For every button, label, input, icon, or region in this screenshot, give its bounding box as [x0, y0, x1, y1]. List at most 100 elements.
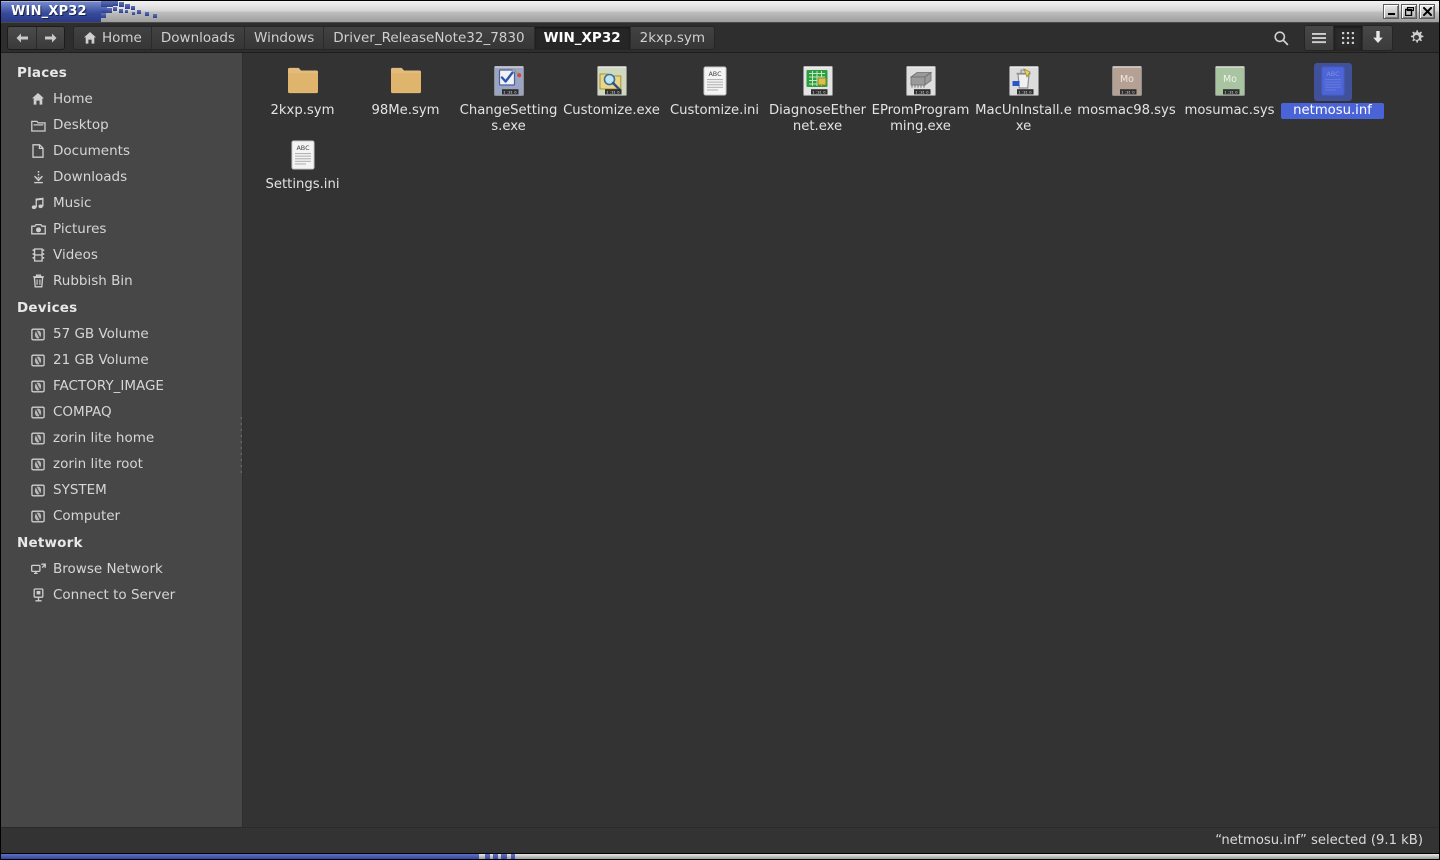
breadcrumb-label: Windows: [254, 29, 315, 46]
breadcrumb-item-win-xp32[interactable]: WIN_XP32: [534, 26, 631, 49]
file-name-label: ChangeSettings.exe: [459, 103, 558, 134]
download-icon: [30, 169, 46, 185]
sidebar-item-label: COMPAQ: [53, 404, 112, 420]
sidebar-item-zorin-lite-home[interactable]: zorin lite home: [1, 425, 242, 451]
breadcrumb-label: 2kxp.sym: [639, 29, 706, 46]
sidebar-item-music[interactable]: Music: [1, 190, 242, 216]
sidebar-item-label: zorin lite home: [53, 430, 155, 446]
svg-text::31: :31: [1228, 90, 1234, 94]
sidebar-item-label: Rubbish Bin: [53, 273, 133, 289]
drive-icon: [30, 456, 46, 472]
file-item[interactable]: 1:31 0 Customize.exe: [560, 61, 663, 135]
forward-button[interactable]: [36, 26, 64, 49]
view-mode-group: [1304, 24, 1393, 51]
file-list-pane[interactable]: 2kxp.sym 98Me.sym 1:31 0 ChangeSettings.exe 1…: [243, 53, 1439, 827]
file-name-label: mosumac.sys: [1184, 103, 1275, 118]
grid-view-icon[interactable]: [1334, 25, 1363, 50]
download-icon[interactable]: [1363, 25, 1392, 50]
file-name-label: MacUnInstall.exe: [975, 103, 1072, 134]
sidebar-item-label: Downloads: [53, 169, 128, 185]
sidebar-item-21-gb-volume[interactable]: 21 GB Volume: [1, 347, 242, 373]
file-item[interactable]: 1:31 0 ChangeSettings.exe: [457, 61, 560, 135]
gear-icon[interactable]: [1403, 26, 1429, 50]
sidebar: Places Home Desktop Documents Downloads Music…: [1, 53, 243, 827]
maximize-button[interactable]: [1401, 4, 1417, 19]
sidebar-item-pictures[interactable]: Pictures: [1, 216, 242, 242]
music-icon: [30, 195, 46, 211]
sidebar-item-browse-network[interactable]: Browse Network: [1, 556, 242, 582]
sidebar-item-factory-image[interactable]: FACTORY_IMAGE: [1, 373, 242, 399]
file-item[interactable]: 98Me.sym: [354, 61, 457, 135]
sidebar-item-system[interactable]: SYSTEM: [1, 477, 242, 503]
breadcrumb-item-downloads[interactable]: Downloads: [151, 26, 246, 49]
sidebar-item-home[interactable]: Home: [1, 86, 242, 112]
toolbar: Home Downloads Windows Driver_ReleaseNote32…: [1, 23, 1439, 53]
sidebar-item-label: Videos: [53, 247, 98, 263]
title-pixel-decoration: [100, 1, 211, 22]
sidebar-item-desktop[interactable]: Desktop: [1, 112, 242, 138]
close-button[interactable]: [1419, 4, 1435, 19]
file-item[interactable]: 1:31 0 EPromProgramming.exe: [869, 61, 972, 135]
drive-icon: [30, 404, 46, 420]
sidebar-item-documents[interactable]: Documents: [1, 138, 242, 164]
exe-folder-search-icon: 1:31 0: [595, 65, 629, 99]
window-body: Places Home Desktop Documents Downloads Music…: [1, 53, 1439, 827]
svg-text::31: :31: [1125, 90, 1131, 94]
svg-text:Mo: Mo: [1222, 74, 1236, 85]
file-item[interactable]: 1:31 0 DiagnoseEthernet.exe: [766, 61, 869, 135]
drive-icon: [30, 326, 46, 342]
exe-circuit-icon: 1:31 0: [801, 65, 835, 99]
svg-text:1: 1: [1224, 90, 1226, 94]
file-item[interactable]: ABC Customize.ini: [663, 61, 766, 135]
sidebar-item-rubbish-bin[interactable]: Rubbish Bin: [1, 268, 242, 294]
file-name-label: Settings.ini: [265, 177, 340, 192]
sidebar-section-network: Network: [17, 535, 83, 551]
exe-checkbox-icon: 1:31 0: [492, 65, 526, 99]
drive-icon: [30, 378, 46, 394]
sidebar-item-label: Computer: [53, 508, 121, 524]
file-item[interactable]: ABC Settings.ini: [251, 135, 354, 193]
file-item[interactable]: 1:31 0 MacUnInstall.exe: [972, 61, 1075, 135]
text-document-icon: ABC: [286, 139, 320, 173]
svg-text:1: 1: [1121, 90, 1123, 94]
folder-icon: [286, 65, 320, 99]
window-title-tab: WIN_XP32: [1, 1, 101, 22]
breadcrumb-item-windows[interactable]: Windows: [245, 26, 325, 49]
sidebar-item-label: Home: [53, 91, 93, 107]
window-title: WIN_XP32: [11, 4, 87, 19]
camera-icon: [30, 221, 46, 237]
sidebar-item-connect-to-server[interactable]: Connect to Server: [1, 582, 242, 608]
file-item[interactable]: ABC netmosu.inf: [1281, 61, 1384, 135]
sidebar-item-compaq[interactable]: COMPAQ: [1, 399, 242, 425]
drive-icon: [30, 482, 46, 498]
svg-text:ABC: ABC: [296, 144, 310, 152]
file-item[interactable]: 2kxp.sym: [251, 61, 354, 135]
drive-icon: [30, 508, 46, 524]
sidebar-item-computer[interactable]: Computer: [1, 503, 242, 529]
sidebar-item-zorin-lite-root[interactable]: zorin lite root: [1, 451, 242, 477]
breadcrumb-item-2kxp-sym[interactable]: 2kxp.sym: [630, 26, 715, 49]
file-name-label: EPromProgramming.exe: [871, 103, 970, 134]
file-grid: 2kxp.sym 98Me.sym 1:31 0 ChangeSettings.exe 1…: [243, 53, 1439, 193]
server-icon: [30, 587, 46, 603]
breadcrumb-item-driver-releasenote32-7830[interactable]: Driver_ReleaseNote32_7830: [324, 26, 535, 49]
sidebar-item-label: Pictures: [53, 221, 107, 237]
sidebar-section-devices: Devices: [17, 300, 78, 316]
back-button[interactable]: [8, 26, 36, 49]
sidebar-item-57-gb-volume[interactable]: 57 GB Volume: [1, 321, 242, 347]
minimize-button[interactable]: [1383, 4, 1399, 19]
drive-icon: [30, 430, 46, 446]
search-icon[interactable]: [1268, 26, 1294, 50]
sidebar-item-downloads[interactable]: Downloads: [1, 164, 242, 190]
file-item[interactable]: Mo 1:31 0 mosumac.sys: [1178, 61, 1281, 135]
sys-tan-icon: Mo 1:31 0: [1110, 65, 1144, 99]
sidebar-item-label: zorin lite root: [53, 456, 143, 472]
file-name-label: mosmac98.sys: [1077, 103, 1176, 118]
folder-icon: [389, 65, 423, 99]
list-view-icon[interactable]: [1305, 25, 1334, 50]
drive-icon: [30, 352, 46, 368]
folder-icon: [30, 117, 46, 133]
file-item[interactable]: Mo 1:31 0 mosmac98.sys: [1075, 61, 1178, 135]
breadcrumb-item-home[interactable]: Home: [74, 26, 152, 49]
sidebar-item-videos[interactable]: Videos: [1, 242, 242, 268]
